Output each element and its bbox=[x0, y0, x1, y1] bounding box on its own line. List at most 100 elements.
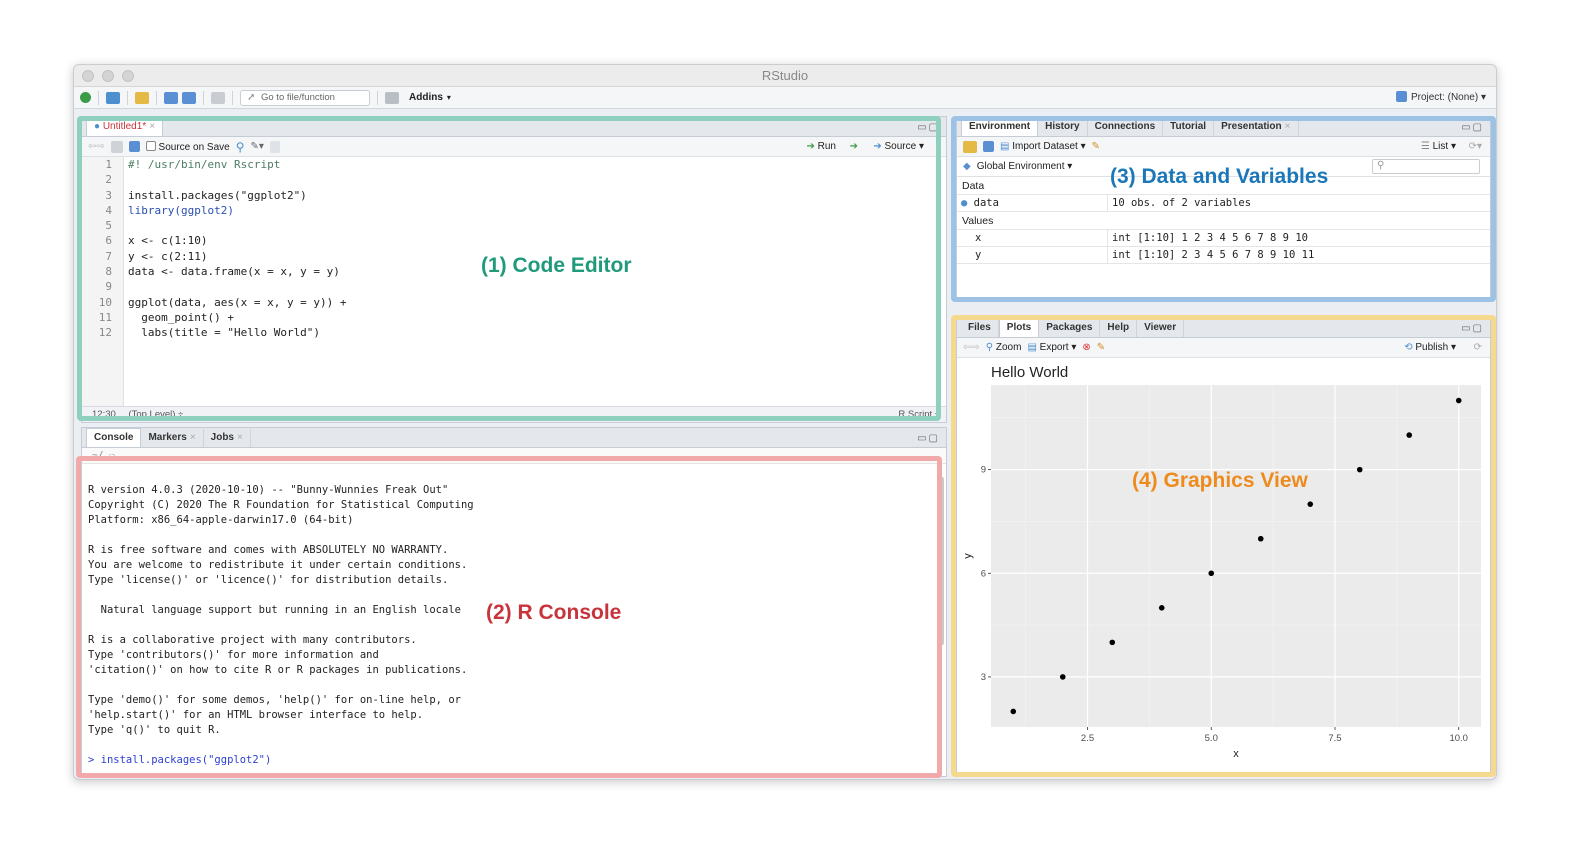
tab-files[interactable]: Files bbox=[961, 319, 999, 337]
file-type-selector[interactable]: R Script ÷ bbox=[898, 407, 940, 422]
code-line[interactable]: 12 labs(title = "Hello World") bbox=[82, 325, 946, 340]
tab-environment[interactable]: Environment bbox=[961, 117, 1039, 136]
divider bbox=[98, 90, 99, 105]
table-row[interactable]: y int [1:10] 2 3 4 5 6 7 8 9 10 11 bbox=[957, 247, 1490, 264]
code-line[interactable]: 10 ggplot(data, aes(x = x, y = y)) + bbox=[82, 295, 946, 310]
close-icon[interactable]: × bbox=[237, 432, 243, 443]
publish-button[interactable]: ⟲ Publish ▾ bbox=[1404, 342, 1456, 353]
tab-packages[interactable]: Packages bbox=[1039, 319, 1101, 337]
code-line[interactable]: 11 geom_point() + bbox=[82, 310, 946, 325]
table-row[interactable]: x int [1:10] 1 2 3 4 5 6 7 8 9 10 bbox=[957, 230, 1490, 247]
code-line[interactable]: 2 bbox=[82, 172, 946, 187]
compile-report-icon[interactable] bbox=[269, 140, 280, 153]
remove-plot-icon[interactable]: ⊗ bbox=[1082, 342, 1090, 353]
project-menu[interactable]: Project: (None) ▾ bbox=[1395, 91, 1486, 103]
tab-tutorial[interactable]: Tutorial bbox=[1163, 118, 1215, 136]
grid-layout-icon[interactable] bbox=[385, 91, 399, 104]
tab-plots[interactable]: Plots bbox=[998, 318, 1040, 337]
code-area[interactable]: 1 #! /usr/bin/env Rscript 2 3 install.packag… bbox=[82, 157, 946, 341]
close-icon[interactable]: × bbox=[1285, 121, 1291, 132]
back-arrow-icon[interactable]: ⇦⇨ bbox=[963, 342, 980, 353]
pane-window-controls[interactable]: ▭▢ bbox=[917, 433, 940, 444]
tab-help[interactable]: Help bbox=[1100, 319, 1138, 337]
code-line[interactable]: 5 bbox=[82, 218, 946, 233]
source-label: Source bbox=[884, 141, 917, 152]
broom-icon[interactable]: ✎ bbox=[1097, 342, 1105, 353]
close-window-button[interactable] bbox=[82, 70, 94, 82]
arrow-icon[interactable]: ⇨ bbox=[109, 450, 115, 461]
console-prompt[interactable]: > install.packages("ggplot2") bbox=[88, 753, 932, 768]
save-workspace-icon[interactable] bbox=[983, 141, 994, 152]
line-number: 6 bbox=[105, 234, 112, 248]
source-arrow-icon: ➔ bbox=[873, 141, 882, 152]
table-row[interactable]: ● data 10 obs. of 2 variables bbox=[957, 195, 1490, 212]
broom-icon[interactable]: ✎ bbox=[1092, 141, 1100, 152]
divider bbox=[127, 90, 128, 105]
line-number: 11 bbox=[98, 310, 112, 324]
import-dataset-button[interactable]: ▤ Import Dataset ▾ bbox=[1000, 141, 1086, 152]
environment-pane: Environment History Connections Tutorial Pre… bbox=[956, 116, 1491, 300]
show-in-window-icon[interactable] bbox=[110, 140, 123, 153]
global-environment-menu[interactable]: Global Environment ▾ bbox=[977, 161, 1073, 172]
code-line[interactable]: 3 install.packages("ggplot2") bbox=[82, 188, 946, 203]
scope-selector[interactable]: (Top Level) ÷ bbox=[128, 409, 183, 420]
code-line[interactable]: 4 library(ggplot2) bbox=[82, 203, 946, 218]
line-number: 4 bbox=[105, 203, 112, 217]
code-line[interactable]: 9 bbox=[82, 279, 946, 294]
r-environment-icon: ◆ bbox=[963, 161, 971, 172]
load-workspace-icon[interactable] bbox=[963, 140, 977, 153]
new-project-icon[interactable] bbox=[106, 91, 120, 104]
source-button[interactable]: ➔ Source ▾ bbox=[873, 141, 924, 152]
zoom-button[interactable]: ⚲ Zoom bbox=[986, 342, 1022, 353]
close-icon[interactable]: × bbox=[149, 121, 155, 132]
x-tick-label: 10.0 bbox=[1449, 733, 1468, 744]
open-folder-icon[interactable] bbox=[135, 91, 149, 104]
code-line[interactable]: 1 #! /usr/bin/env Rscript bbox=[82, 157, 946, 172]
print-icon[interactable] bbox=[211, 91, 225, 104]
list-view-button[interactable]: ☰ List ▾ bbox=[1421, 141, 1456, 152]
pane-window-controls[interactable]: ▭▢ bbox=[1461, 122, 1484, 133]
export-icon: ▤ bbox=[1027, 342, 1037, 353]
tab-console[interactable]: Console bbox=[86, 428, 142, 447]
goto-file-input[interactable]: Go to file/function bbox=[240, 89, 370, 106]
source-on-save-checkbox[interactable]: Source on Save bbox=[145, 140, 230, 153]
rerun-icon[interactable]: ➔ bbox=[850, 141, 858, 152]
main-toolbar: Go to file/function Addins ▾ Project: (N… bbox=[74, 87, 1496, 109]
pane-window-controls[interactable]: ▭▢ bbox=[917, 122, 940, 133]
console-line: Copyright (C) 2020 The R Foundation for … bbox=[88, 499, 474, 511]
zoom-window-button[interactable] bbox=[122, 70, 134, 82]
export-button[interactable]: ▤ Export ▾ bbox=[1027, 342, 1076, 353]
console-line: 'help.start()' for an HTML browser inter… bbox=[88, 709, 424, 721]
minimize-window-button[interactable] bbox=[102, 70, 114, 82]
new-file-icon[interactable] bbox=[80, 92, 91, 103]
save-icon[interactable] bbox=[128, 141, 140, 152]
publish-icon: ⟲ bbox=[1404, 342, 1413, 353]
pane-window-controls[interactable]: ▭▢ bbox=[1461, 323, 1484, 334]
tab-viewer[interactable]: Viewer bbox=[1137, 319, 1185, 337]
back-arrow-icon[interactable]: ⇦⇨ bbox=[88, 141, 105, 152]
run-button[interactable]: ➔ Run bbox=[806, 141, 836, 152]
search-icon[interactable]: ⚲ bbox=[236, 140, 245, 154]
tab-presentation[interactable]: Presentation × bbox=[1214, 118, 1299, 136]
tab-untitled1[interactable]: ● Untitled1* × bbox=[86, 117, 164, 136]
save-all-icon[interactable] bbox=[182, 91, 196, 104]
refresh-icon[interactable]: ⟳▾ bbox=[1469, 141, 1482, 152]
code-line[interactable]: 6 x <- c(1:10) bbox=[82, 233, 946, 248]
save-icon[interactable] bbox=[164, 91, 178, 104]
data-point bbox=[1059, 674, 1066, 680]
environment-search-input[interactable]: ⚲ bbox=[1372, 159, 1480, 174]
console-scrollbar[interactable] bbox=[937, 476, 944, 646]
tab-markers[interactable]: Markers × bbox=[141, 429, 204, 447]
tab-connections[interactable]: Connections bbox=[1088, 118, 1164, 136]
console-line: R is free software and comes with ABSOLU… bbox=[88, 544, 449, 556]
refresh-icon[interactable]: ⟳ bbox=[1474, 342, 1482, 353]
expand-icon[interactable]: ● bbox=[961, 197, 967, 209]
tab-jobs[interactable]: Jobs × bbox=[204, 429, 251, 447]
close-icon[interactable]: × bbox=[190, 432, 196, 443]
tab-history[interactable]: History bbox=[1038, 118, 1088, 136]
run-arrow-icon: ➔ bbox=[806, 141, 815, 152]
addins-menu[interactable]: Addins bbox=[409, 92, 443, 103]
wand-icon[interactable]: ✎▾ bbox=[251, 141, 264, 152]
variable-value: int [1:10] 1 2 3 4 5 6 7 8 9 10 bbox=[1107, 230, 1490, 246]
